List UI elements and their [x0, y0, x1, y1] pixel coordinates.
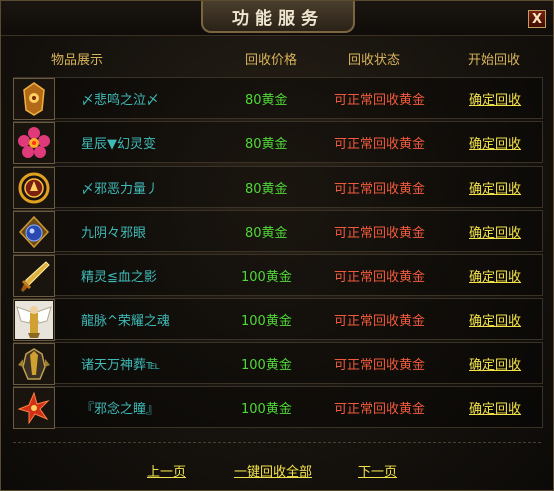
dark-armor-icon	[13, 343, 55, 385]
pink-flower-gem-icon	[13, 122, 55, 164]
item-name: 星辰▼幻灵变	[81, 137, 156, 152]
golden-blade-icon	[13, 255, 55, 297]
column-header-price: 回收价格	[245, 53, 298, 68]
column-header-status: 回收状态	[348, 53, 401, 68]
confirm-recycle-link[interactable]: 确定回收	[469, 133, 521, 152]
confirm-recycle-link[interactable]: 确定回收	[469, 398, 521, 417]
item-status: 可正常回收黄金	[334, 270, 426, 285]
divider	[13, 442, 541, 443]
item-status: 可正常回收黄金	[334, 137, 426, 152]
item-price: 100黄金	[241, 402, 292, 417]
recycle-all-link[interactable]: 一键回收全部	[234, 461, 312, 480]
confirm-recycle-link[interactable]: 确定回收	[469, 178, 521, 197]
confirm-recycle-link[interactable]: 确定回收	[469, 89, 521, 108]
item-price: 100黄金	[241, 270, 292, 285]
recycle-panel: 功能服务 X 物品展示 回收价格 回收状态 开始回收 〆悲鸣之泣〆 80黄金 可…	[0, 0, 554, 491]
close-button[interactable]: X	[528, 10, 546, 28]
confirm-recycle-link[interactable]: 确定回收	[469, 354, 521, 373]
item-price: 80黄金	[245, 226, 288, 241]
item-status: 可正常回收黄金	[334, 358, 426, 373]
item-price: 80黄金	[245, 182, 288, 197]
confirm-recycle-link[interactable]: 确定回收	[469, 310, 521, 329]
blue-orb-icon	[13, 211, 55, 253]
close-icon: X	[531, 11, 543, 27]
item-name: 诸天万神葬℡	[81, 358, 160, 373]
item-name: 〆邪恶力量丿	[81, 182, 160, 197]
item-price: 80黄金	[245, 137, 288, 152]
item-name: 『邪念之瞳』	[81, 402, 160, 417]
gold-emblem-icon	[13, 167, 55, 209]
item-price: 80黄金	[245, 93, 288, 108]
item-status: 可正常回收黄金	[334, 93, 426, 108]
next-page-link[interactable]: 下一页	[358, 461, 397, 480]
item-status: 可正常回收黄金	[334, 402, 426, 417]
item-status: 可正常回收黄金	[334, 314, 426, 329]
winged-warrior-icon	[13, 299, 55, 341]
confirm-recycle-link[interactable]: 确定回收	[469, 222, 521, 241]
item-price: 100黄金	[241, 314, 292, 329]
confirm-recycle-link[interactable]: 确定回收	[469, 266, 521, 285]
prev-page-link[interactable]: 上一页	[147, 461, 186, 480]
item-name: 九阴々邪眼	[81, 226, 147, 241]
amber-totem-icon	[13, 78, 55, 120]
column-header-item: 物品展示	[51, 53, 104, 68]
item-name: 精灵≦血之影	[81, 270, 157, 285]
column-header-action: 开始回收	[468, 53, 521, 68]
red-star-gem-icon	[13, 387, 55, 429]
item-name: 龍脉^荣耀之魂	[81, 314, 170, 329]
window-title: 功能服务	[201, 1, 355, 33]
item-price: 100黄金	[241, 358, 292, 373]
item-status: 可正常回收黄金	[334, 226, 426, 241]
item-status: 可正常回收黄金	[334, 182, 426, 197]
title-bar: 功能服务 X	[1, 1, 553, 36]
item-name: 〆悲鸣之泣〆	[81, 93, 160, 108]
